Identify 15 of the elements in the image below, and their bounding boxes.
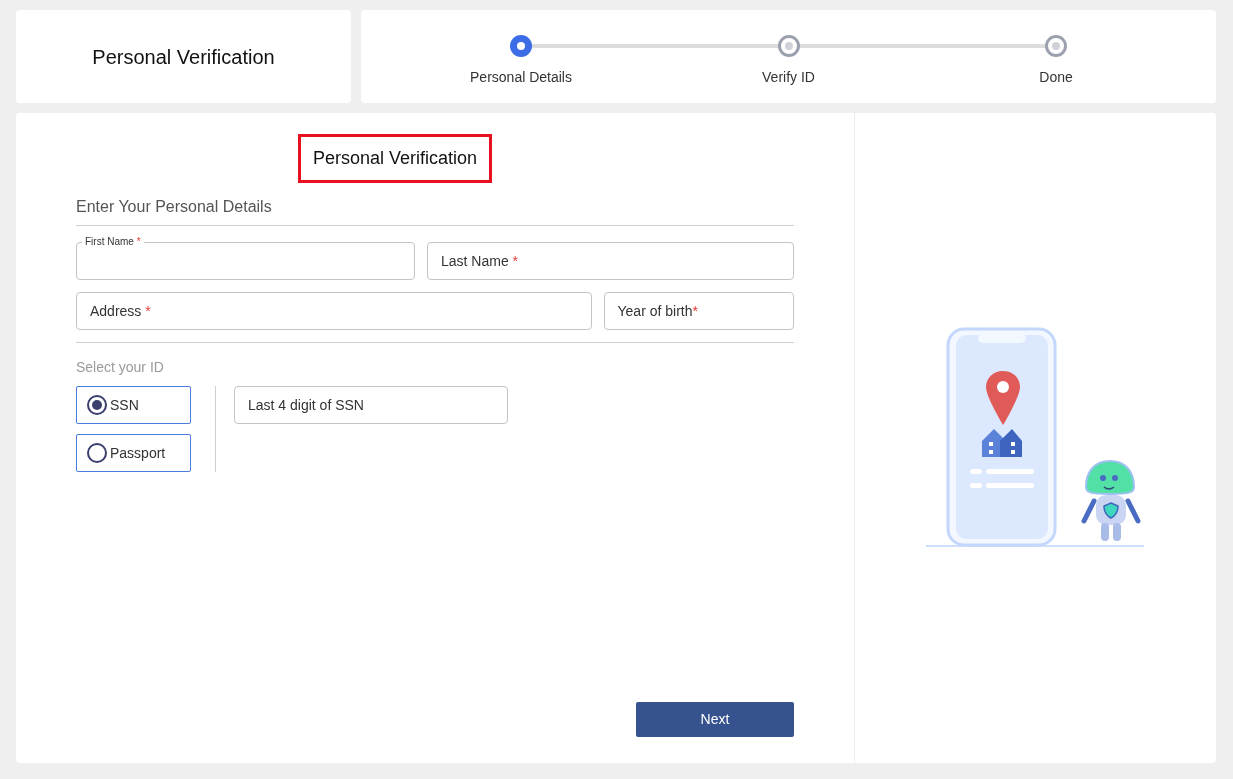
id-label: Select your ID <box>76 358 165 377</box>
form-title: Personal Verification <box>297 134 493 183</box>
page-title: Personal Verification <box>92 44 275 70</box>
text-field[interactable]: Year of birth* <box>603 292 794 330</box>
section-heading: Enter Your Personal Details <box>76 195 794 226</box>
text-field[interactable]: Address * <box>76 292 592 330</box>
step-label: Done <box>1039 68 1073 87</box>
id-radio-option[interactable]: SSN <box>76 386 191 424</box>
text-field[interactable]: Last Name * <box>427 242 794 280</box>
field-label: First Name * <box>82 236 144 248</box>
next-button[interactable]: Next <box>636 702 794 737</box>
id-radio-option[interactable]: Passport <box>76 434 191 472</box>
step-label: Personal Details <box>470 68 572 87</box>
step-label: Verify ID <box>762 68 815 87</box>
ssn-input-field[interactable]: Last 4 digit of SSN <box>234 386 508 424</box>
